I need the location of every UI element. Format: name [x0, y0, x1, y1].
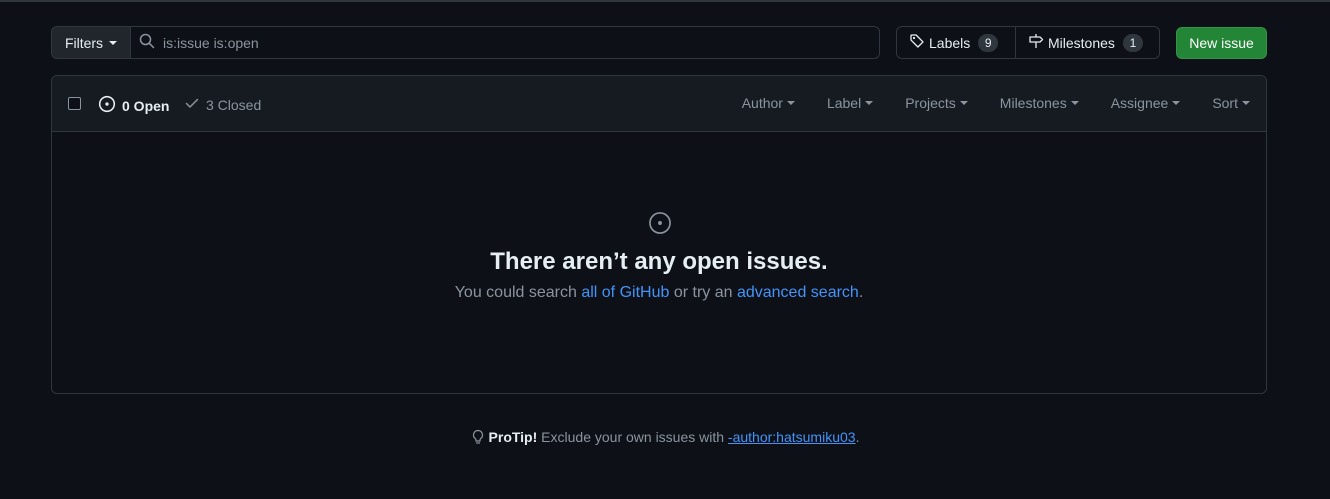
author-filter[interactable]: Author — [742, 95, 795, 111]
blankslate-title: There aren’t any open issues. — [490, 248, 828, 275]
caret-down-icon — [865, 101, 874, 105]
projects-filter[interactable]: Projects — [905, 95, 968, 111]
caret-down-icon — [1242, 101, 1250, 105]
protip-search-link[interactable]: -author:hatsumiku03 — [728, 429, 856, 445]
issues-search[interactable] — [130, 26, 880, 59]
filters-label: Filters — [64, 34, 104, 51]
closed-count-label: 3 Closed — [206, 96, 262, 113]
list-filters: Author Label Projects Milestones Assigne… — [742, 95, 1250, 111]
top-divider — [0, 0, 1330, 2]
new-issue-button[interactable]: New issue — [1176, 27, 1267, 59]
protip: ProTip! Exclude your own issues with -au… — [0, 429, 1330, 448]
labels-count-badge: 9 — [978, 33, 999, 52]
search-icon — [139, 33, 155, 52]
blankslate-text-prefix: You could search — [454, 284, 582, 301]
issues-list-box: 0 Open 3 Closed Author Label Projects Mi… — [51, 75, 1267, 394]
projects-filter-label: Projects — [905, 95, 956, 111]
advanced-search-link[interactable]: advanced search — [737, 284, 859, 301]
filters-button[interactable]: Filters — [51, 26, 131, 59]
milestones-filter[interactable]: Milestones — [1000, 95, 1079, 111]
labels-label: Labels — [929, 34, 971, 51]
light-bulb-icon — [471, 429, 485, 448]
closed-issues-tab[interactable]: 3 Closed — [184, 95, 261, 114]
issues-subnav: Filters Labels 9 Milestones 1 New issue — [51, 26, 1267, 59]
search-input[interactable] — [163, 34, 843, 51]
author-filter-label: Author — [741, 95, 783, 111]
caret-down-icon — [109, 40, 118, 45]
blankslate-text-suffix: . — [858, 284, 864, 301]
caret-down-icon — [786, 101, 795, 105]
milestone-icon — [1028, 33, 1044, 52]
issue-opened-icon — [98, 95, 116, 116]
milestones-count-badge: 1 — [1122, 33, 1143, 52]
check-icon — [184, 95, 200, 114]
labels-milestones-group: Labels 9 Milestones 1 — [896, 26, 1160, 59]
blankslate-text-middle: or try an — [669, 284, 737, 301]
caret-down-icon — [1070, 101, 1079, 105]
open-count-label: 0 Open — [122, 97, 170, 114]
label-filter[interactable]: Label — [826, 95, 874, 111]
milestones-button[interactable]: Milestones 1 — [1016, 26, 1160, 59]
assignee-filter-label: Assignee — [1110, 95, 1169, 111]
protip-label: ProTip! — [488, 429, 538, 445]
labels-button[interactable]: Labels 9 — [896, 26, 1016, 59]
open-issues-tab[interactable]: 0 Open — [98, 95, 169, 116]
issue-opened-icon — [648, 211, 672, 238]
protip-text: Exclude your own issues with — [537, 429, 728, 445]
milestones-label: Milestones — [1048, 34, 1115, 51]
assignee-filter[interactable]: Assignee — [1111, 95, 1181, 111]
sort-filter-label: Sort — [1212, 95, 1238, 111]
select-all-checkbox[interactable] — [68, 97, 81, 110]
milestones-filter-label: Milestones — [999, 95, 1067, 111]
label-filter-label: Label — [826, 95, 862, 111]
protip-suffix: . — [855, 429, 860, 445]
tag-icon — [909, 33, 925, 52]
blankslate-text: You could search all of GitHub or try an… — [52, 284, 1266, 302]
caret-down-icon — [959, 101, 968, 105]
caret-down-icon — [1172, 101, 1181, 105]
issues-list-header: 0 Open 3 Closed Author Label Projects Mi… — [52, 76, 1266, 132]
sort-filter[interactable]: Sort — [1212, 95, 1250, 111]
search-all-github-link[interactable]: all of GitHub — [581, 284, 669, 301]
